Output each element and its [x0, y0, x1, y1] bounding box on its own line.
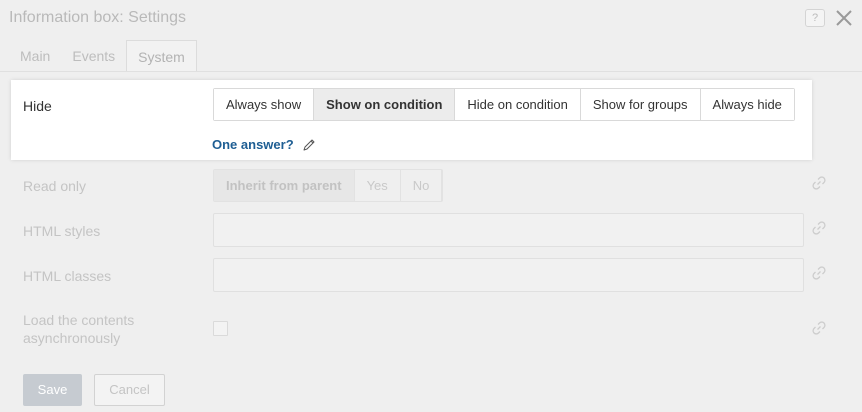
- option-always-show[interactable]: Always show: [214, 89, 315, 120]
- hide-label: Hide: [23, 98, 52, 114]
- link-icon[interactable]: [811, 320, 827, 336]
- condition-link-label: One answer?: [212, 137, 294, 152]
- link-icon[interactable]: [811, 175, 827, 191]
- help-button[interactable]: ?: [805, 9, 825, 27]
- load-async-label-line1: Load the contents: [23, 312, 135, 328]
- tab-events[interactable]: Events: [61, 40, 126, 72]
- load-async-label: Load the contents asynchronously: [23, 311, 134, 347]
- condition-link[interactable]: One answer?: [212, 137, 316, 152]
- pencil-icon[interactable]: [302, 138, 316, 152]
- option-hide-on-condition[interactable]: Hide on condition: [455, 89, 581, 120]
- option-inherit-from-parent[interactable]: Inherit from parent: [214, 170, 355, 201]
- dialog-title: Information box: Settings: [9, 9, 186, 26]
- hide-options-segmented: Always show Show on condition Hide on co…: [213, 88, 795, 121]
- tab-divider: [0, 71, 862, 72]
- html-styles-input[interactable]: [213, 213, 804, 247]
- close-icon: [836, 10, 852, 26]
- option-show-for-groups[interactable]: Show for groups: [580, 89, 701, 120]
- option-yes[interactable]: Yes: [354, 170, 401, 201]
- close-button[interactable]: [834, 8, 854, 28]
- html-styles-label: HTML styles: [23, 223, 101, 239]
- link-icon[interactable]: [811, 265, 827, 281]
- read-only-segmented: Inherit from parent Yes No: [213, 169, 444, 202]
- tab-system[interactable]: System: [126, 40, 197, 72]
- hide-setting-row: Hide Always show Show on condition Hide …: [11, 80, 812, 160]
- option-show-on-condition[interactable]: Show on condition: [314, 89, 456, 120]
- load-async-checkbox[interactable]: [213, 321, 228, 336]
- html-classes-input[interactable]: [213, 258, 804, 292]
- option-no[interactable]: No: [400, 170, 443, 201]
- option-always-hide[interactable]: Always hide: [700, 89, 794, 120]
- cancel-button[interactable]: Cancel: [94, 374, 165, 406]
- save-button[interactable]: Save: [23, 374, 82, 406]
- read-only-label: Read only: [23, 178, 87, 194]
- link-icon[interactable]: [811, 220, 827, 236]
- html-classes-label: HTML classes: [23, 268, 112, 284]
- tab-bar: Main Events System: [9, 40, 197, 72]
- load-async-label-line2: asynchronously: [23, 330, 121, 346]
- tab-main[interactable]: Main: [9, 40, 61, 72]
